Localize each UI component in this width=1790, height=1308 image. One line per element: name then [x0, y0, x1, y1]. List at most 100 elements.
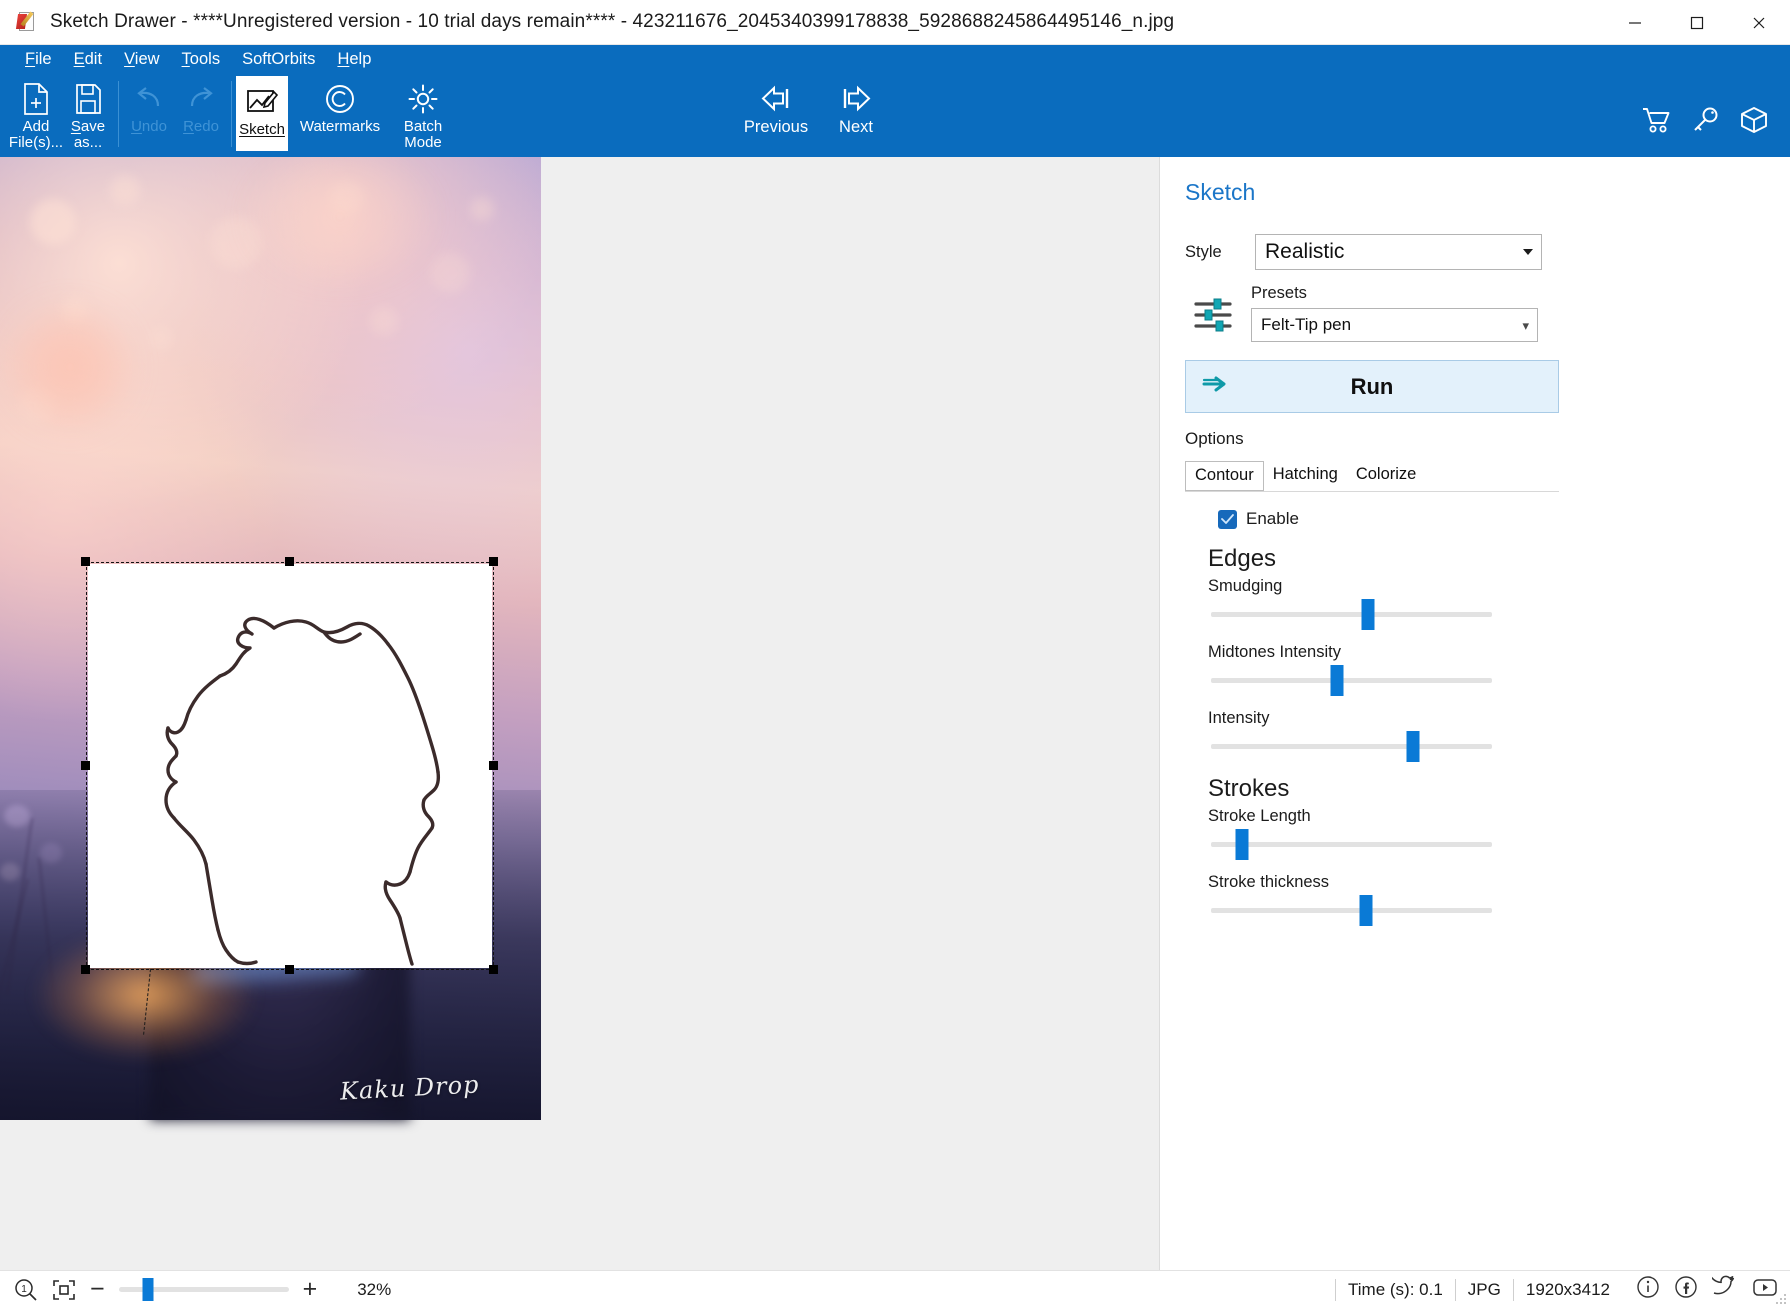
stroke-length-label: Stroke Length: [1208, 807, 1311, 825]
cart-icon[interactable]: [1642, 107, 1672, 138]
tab-hatching[interactable]: Hatching: [1264, 461, 1347, 491]
twitter-icon[interactable]: [1710, 1275, 1738, 1304]
tab-colorize[interactable]: Colorize: [1347, 461, 1426, 491]
selection-handle-bl[interactable]: [81, 965, 90, 974]
previous-button[interactable]: Previous: [736, 73, 816, 157]
menu-file[interactable]: File: [14, 45, 63, 73]
zoom-percent: 32%: [357, 1279, 392, 1299]
sketch-result-image: [88, 564, 492, 968]
sketch-settings-panel: Sketch Style Realistic Presets Felt-Tip …: [1159, 157, 1790, 1270]
menu-softorbits[interactable]: SoftOrbits: [231, 45, 326, 73]
social-icons: [1622, 1275, 1778, 1304]
menu-file-rest: ile: [35, 50, 52, 68]
sketch-icon: [245, 82, 279, 122]
maximize-button[interactable]: [1666, 0, 1728, 45]
actual-size-icon[interactable]: 1: [14, 1278, 38, 1302]
next-button[interactable]: Next: [816, 73, 896, 157]
zoom-slider[interactable]: [118, 1278, 289, 1301]
chevron-down-icon: [1523, 249, 1533, 255]
save-as-label: Save as...: [70, 118, 106, 151]
style-dropdown[interactable]: Realistic: [1255, 234, 1542, 270]
selection-handle-bc[interactable]: [285, 965, 294, 974]
zoom-out-button[interactable]: −: [90, 1277, 105, 1302]
smudging-label: Smudging: [1208, 577, 1283, 595]
window-controls: [1604, 0, 1790, 45]
save-icon: [73, 79, 103, 119]
selection-handle-br[interactable]: [489, 965, 498, 974]
midtones-intensity-slider-thumb[interactable]: [1330, 665, 1344, 696]
zoom-in-button[interactable]: +: [303, 1277, 318, 1302]
chevron-down-icon: ▾: [1522, 317, 1529, 333]
options-label: Options: [1185, 429, 1244, 448]
presets-row: Presets Felt-Tip pen ▾: [1185, 284, 1790, 342]
add-files-button[interactable]: Add File(s)...: [9, 73, 63, 157]
presets-dropdown[interactable]: Felt-Tip pen ▾: [1251, 308, 1538, 342]
redo-button[interactable]: Redo: [175, 73, 227, 157]
undo-label: Undo: [131, 118, 167, 135]
undo-button[interactable]: Undo: [123, 73, 175, 157]
close-button[interactable]: [1728, 0, 1790, 45]
image-canvas[interactable]: Kaku Drop: [0, 157, 1159, 1270]
smudging-slider[interactable]: [1211, 599, 1492, 630]
watermarks-label: Watermarks: [299, 118, 381, 135]
redo-label: Redo: [183, 118, 219, 135]
selection-handle-ml[interactable]: [81, 761, 90, 770]
style-label: Style: [1185, 242, 1222, 261]
stroke-thickness-slider-thumb[interactable]: [1359, 895, 1373, 926]
smudging-slider-thumb[interactable]: [1361, 599, 1375, 630]
main-area: Kaku Drop Sketch Style Realistic Presets…: [0, 157, 1790, 1270]
midtones-intensity-slider[interactable]: [1211, 665, 1492, 696]
ribbon-separator-2: [231, 81, 232, 147]
tab-contour[interactable]: Contour: [1185, 461, 1264, 491]
selection-handle-tr[interactable]: [489, 557, 498, 566]
sketch-label: Sketch: [239, 121, 285, 138]
presets-sliders-icon: [1185, 292, 1241, 338]
selection-handle-mr[interactable]: [489, 761, 498, 770]
key-icon[interactable]: [1692, 107, 1720, 138]
next-arrow-icon: [838, 79, 874, 119]
options-tabs: Contour Hatching Colorize: [1185, 461, 1790, 491]
tabs-divider: [1185, 491, 1559, 492]
enable-checkbox[interactable]: [1218, 509, 1237, 529]
selection-handle-tc[interactable]: [285, 557, 294, 566]
menu-edit[interactable]: Edit: [63, 45, 113, 73]
stroke-thickness-slider[interactable]: [1211, 895, 1492, 926]
intensity-slider-thumb[interactable]: [1406, 731, 1420, 762]
batch-mode-button[interactable]: Batch Mode: [392, 73, 454, 157]
box-icon[interactable]: [1740, 106, 1768, 139]
menu-bar: File Edit View Tools SoftOrbits Help: [0, 45, 1790, 73]
sketch-button[interactable]: Sketch: [236, 76, 288, 151]
svg-text:1: 1: [21, 1284, 27, 1295]
stroke-length-slider-thumb[interactable]: [1235, 829, 1249, 860]
intensity-label: Intensity: [1208, 709, 1270, 727]
intensity-slider[interactable]: [1211, 731, 1492, 762]
enable-checkbox-row[interactable]: Enable: [1218, 509, 1790, 529]
presets-value: Felt-Tip pen: [1261, 315, 1352, 334]
watermarks-button[interactable]: Watermarks: [288, 73, 392, 157]
menu-tools[interactable]: Tools: [171, 45, 232, 73]
info-icon[interactable]: [1636, 1275, 1660, 1304]
facebook-icon[interactable]: [1674, 1275, 1698, 1304]
presets-column: Presets Felt-Tip pen ▾: [1251, 284, 1538, 342]
midtones-intensity-label: Midtones Intensity: [1208, 643, 1341, 661]
style-value: Realistic: [1265, 240, 1345, 263]
menu-help[interactable]: Help: [326, 45, 382, 73]
fit-to-screen-icon[interactable]: [52, 1279, 76, 1301]
redo-icon: [184, 79, 218, 119]
menu-view[interactable]: View: [113, 45, 170, 73]
save-as-button[interactable]: Save as...: [62, 73, 114, 157]
strokes-heading: Strokes: [1208, 775, 1290, 802]
run-button[interactable]: Run: [1185, 360, 1559, 413]
minimize-button[interactable]: [1604, 0, 1666, 45]
resize-grip[interactable]: [1775, 1293, 1787, 1305]
enable-label: Enable: [1246, 509, 1299, 528]
navigation-group: Previous Next: [736, 73, 896, 157]
panel-title: Sketch: [1185, 179, 1256, 205]
selection-handle-tl[interactable]: [81, 557, 90, 566]
add-file-icon: [21, 79, 51, 119]
ribbon-toolbar: Add File(s)... Save as... Undo Redo Sket…: [0, 73, 1790, 157]
copyright-icon: [324, 79, 356, 119]
window-title: Sketch Drawer - ****Unregistered version…: [50, 11, 1175, 32]
zoom-slider-thumb[interactable]: [142, 1278, 153, 1301]
stroke-length-slider[interactable]: [1211, 829, 1492, 860]
